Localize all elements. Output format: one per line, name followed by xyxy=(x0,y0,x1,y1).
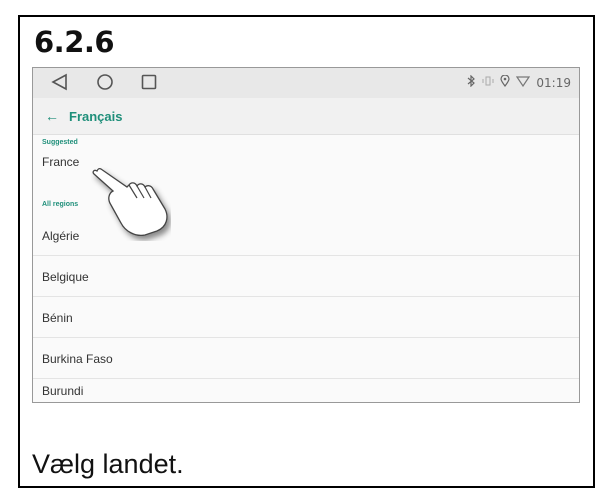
list-item-label: Burkina Faso xyxy=(42,352,113,366)
list-item-label: Burundi xyxy=(42,384,84,398)
device-screen: 01:19 ← Français Suggested France All re… xyxy=(32,67,580,403)
back-triangle-icon[interactable] xyxy=(51,73,69,96)
suggested-section-label: Suggested xyxy=(42,139,78,146)
home-circle-icon[interactable] xyxy=(96,73,114,96)
system-bar: 01:19 xyxy=(33,68,579,98)
list-item-burkina-faso[interactable]: Burkina Faso xyxy=(33,339,579,379)
list-item-benin[interactable]: Bénin xyxy=(33,298,579,338)
step-number: 6.2.6 xyxy=(34,25,115,59)
list-item-label: Belgique xyxy=(42,270,89,284)
list-item-label: Bénin xyxy=(42,311,73,325)
pointing-hand-icon xyxy=(91,165,171,246)
location-icon xyxy=(500,74,511,90)
arrow-left-icon[interactable]: ← xyxy=(45,108,59,124)
all-regions-section-label: All regions xyxy=(42,201,79,208)
page-title: Français xyxy=(69,108,123,124)
list-item-burundi[interactable]: Burundi xyxy=(33,380,579,402)
list-item-label: Algérie xyxy=(42,229,80,243)
wifi-icon xyxy=(516,75,531,90)
bluetooth-icon xyxy=(466,74,476,90)
vibrate-icon xyxy=(482,75,494,90)
app-bar: ← Français xyxy=(33,98,579,135)
status-area: 01:19 xyxy=(466,74,571,90)
list-item-belgique[interactable]: Belgique xyxy=(33,257,579,297)
instruction-caption: Vælg landet. xyxy=(32,449,184,479)
list-item-label: France xyxy=(42,155,80,169)
instruction-frame: 6.2.6 01:19 ← Français Suggested France … xyxy=(18,15,595,488)
recents-square-icon[interactable] xyxy=(140,73,158,96)
clock-time: 01:19 xyxy=(536,75,571,90)
